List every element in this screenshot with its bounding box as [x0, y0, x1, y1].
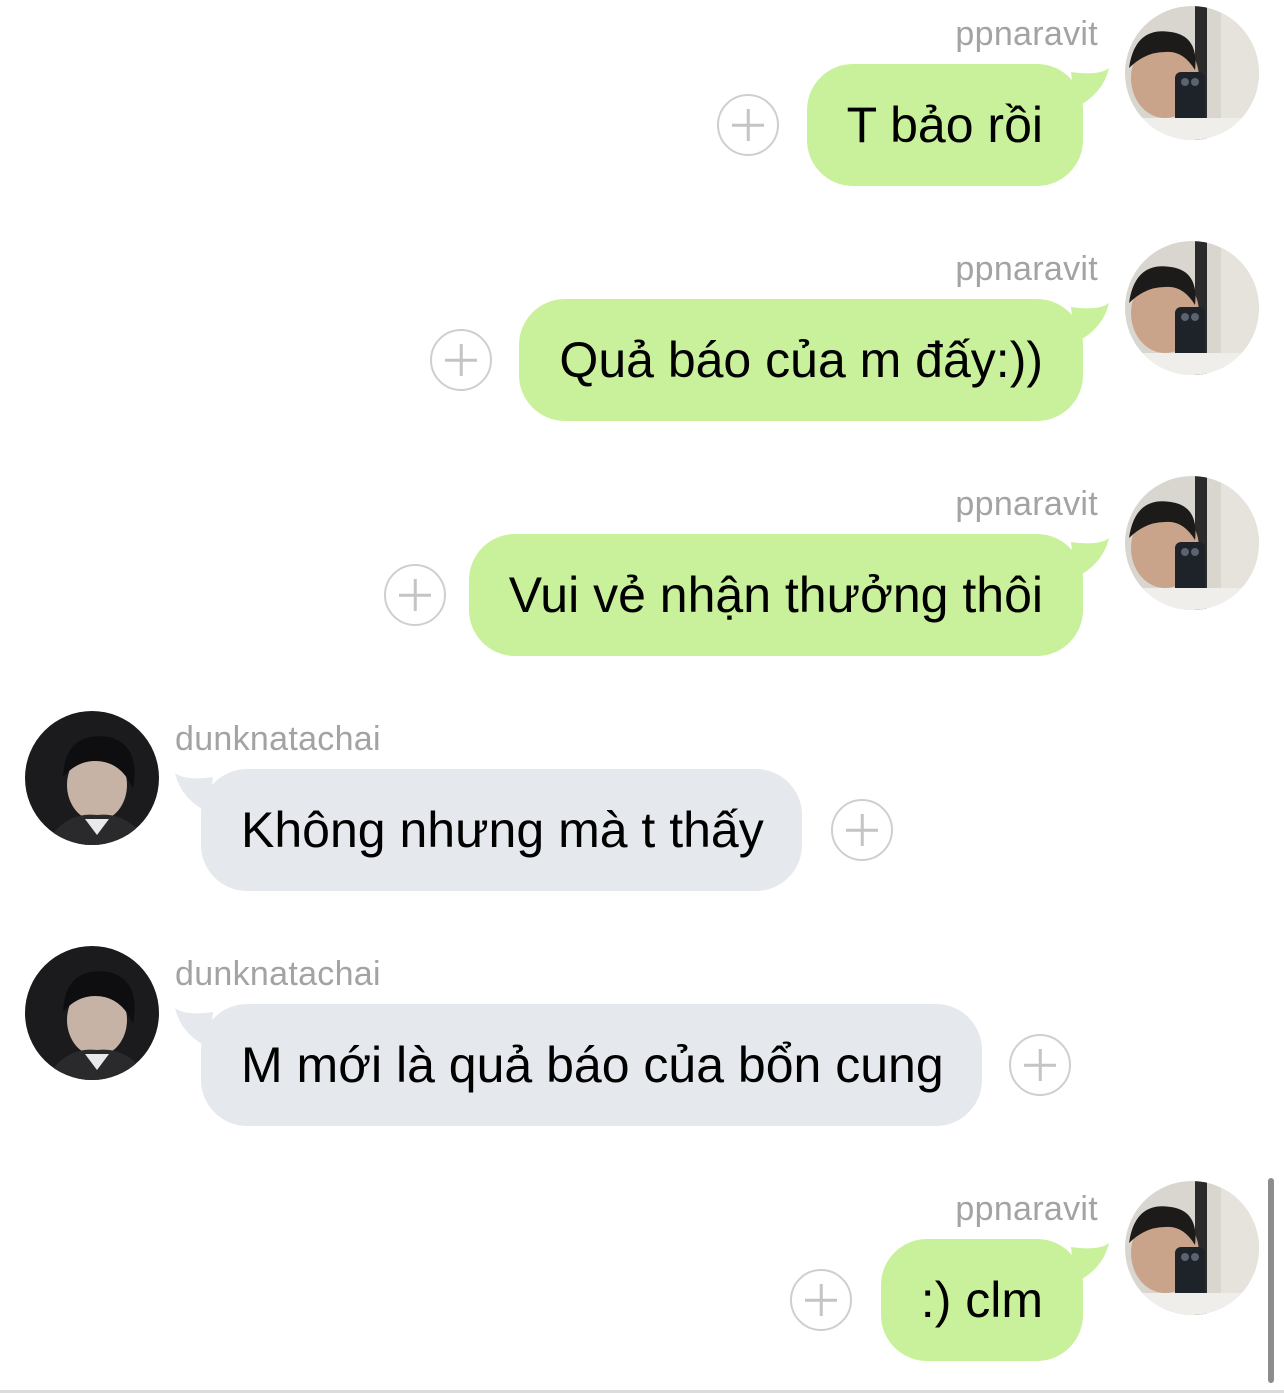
plus-circle-icon[interactable]: [430, 329, 492, 391]
sender-name: ppnaravit: [955, 1190, 1098, 1228]
avatar-dunknatachai[interactable]: [25, 711, 159, 845]
plus-circle-icon[interactable]: [717, 94, 779, 156]
sender-name: ppnaravit: [955, 485, 1098, 523]
avatar-ppnaravit[interactable]: [1125, 241, 1259, 375]
outgoing-message-bubble[interactable]: T bảo rồi: [806, 64, 1083, 186]
scrollbar[interactable]: [1268, 1178, 1274, 1383]
sender-name: ppnaravit: [955, 250, 1098, 288]
outgoing-message-bubble[interactable]: Vui vẻ nhận thưởng thôi: [468, 534, 1083, 656]
message-row: ppnaravit Quả báo của m đấy:)): [0, 241, 1284, 441]
message-row: ppnaravit T bảo rồi: [0, 6, 1284, 206]
sender-name: ppnaravit: [955, 15, 1098, 53]
outgoing-message-bubble[interactable]: :) clm: [880, 1239, 1083, 1361]
plus-circle-icon[interactable]: [831, 799, 893, 861]
incoming-message-bubble[interactable]: Không nhưng mà t thấy: [201, 769, 802, 891]
plus-circle-icon[interactable]: [384, 564, 446, 626]
avatar-ppnaravit[interactable]: [1125, 476, 1259, 610]
sender-name: dunknatachai: [175, 955, 381, 993]
incoming-message-bubble[interactable]: M mới là quả báo của bổn cung: [201, 1004, 982, 1126]
sender-name: dunknatachai: [175, 720, 381, 758]
message-row: ppnaravit :) clm: [0, 1181, 1284, 1381]
message-row: dunknatachai Không nhưng mà t thấy: [0, 711, 1284, 911]
avatar-ppnaravit[interactable]: [1125, 1181, 1259, 1315]
outgoing-message-bubble[interactable]: Quả báo của m đấy:)): [519, 299, 1083, 421]
avatar-dunknatachai[interactable]: [25, 946, 159, 1080]
plus-circle-icon[interactable]: [790, 1269, 852, 1331]
plus-circle-icon[interactable]: [1009, 1034, 1071, 1096]
avatar-ppnaravit[interactable]: [1125, 6, 1259, 140]
message-row: dunknatachai M mới là quả báo của bổn cu…: [0, 946, 1284, 1146]
message-row: ppnaravit Vui vẻ nhận thưởng thôi: [0, 476, 1284, 676]
